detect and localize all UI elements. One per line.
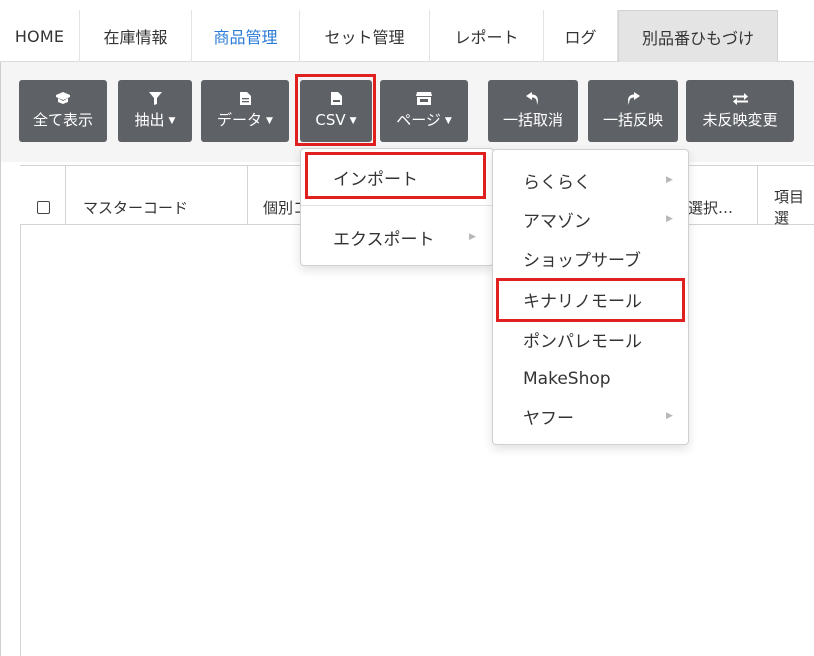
menu-item-yahoo[interactable]: ヤフー ▶ [493,396,688,436]
column-divider [247,165,248,225]
nav-sets-label: セット管理 [324,28,405,47]
bulk-cancel-button[interactable]: 一括取消 [488,80,578,142]
nav-inventory[interactable]: 在庫情報 [80,10,192,62]
nav-home-label: HOME [14,26,65,46]
store-icon [416,91,432,108]
top-nav: HOME 在庫情報 商品管理 セット管理 レポート ログ 別品番ひもづけ [0,0,814,62]
select-all-checkbox[interactable] [37,165,50,225]
bulk-apply-label: 一括反映 [602,111,663,129]
menu-item-amazon[interactable]: アマゾン ▶ [493,199,688,239]
chevron-right-icon: ▶ [666,214,673,224]
chevron-down-icon: ▼ [444,115,452,126]
data-label: データ [217,110,263,129]
import-highlight [305,152,486,199]
data-button[interactable]: データ ▼ [201,80,289,142]
nav-alt-sku-label: 別品番ひもづけ [641,28,754,48]
menu-item-shopserve[interactable]: ショップサーブ [493,238,688,278]
menu-item-export[interactable]: エクスポート ▶ [301,217,493,257]
redo-icon [626,92,640,108]
menu-item-ponpare-mall[interactable]: ポンパレモール [493,319,688,359]
checkbox-icon [37,200,50,214]
page-label: ページ [396,110,441,129]
swap-icon [732,92,748,108]
chevron-right-icon: ▶ [469,232,476,242]
column-item-select[interactable]: 項目選 [774,165,814,227]
nav-reports[interactable]: レポート [430,10,544,62]
nav-inventory-label: 在庫情報 [103,28,168,47]
file-icon [239,91,251,108]
menu-item-amazon-label: アマゾン [523,211,591,232]
box-icon [55,92,71,108]
column-item-select-label: 項目選 [774,188,805,227]
chevron-right-icon: ▶ [666,175,673,185]
page-button[interactable]: ページ ▼ [380,80,468,142]
column-divider [757,165,758,225]
extract-label: 抽出 [134,110,165,129]
nav-alt-sku[interactable]: 別品番ひもづけ [618,10,778,62]
menu-item-yahoo-label: ヤフー [523,408,574,429]
show-all-label: 全て表示 [32,111,93,129]
show-all-button[interactable]: 全て表示 [19,80,107,142]
nav-products-label: 商品管理 [213,28,278,47]
nav-log[interactable]: ログ [544,10,618,62]
kinarino-mall-highlight [496,278,685,322]
column-master-code[interactable]: マスターコード [83,165,188,225]
menu-item-ponpare-mall-label: ポンパレモール [523,331,642,352]
bulk-apply-button[interactable]: 一括反映 [588,80,678,142]
chevron-down-icon: ▼ [168,115,176,126]
menu-item-export-label: エクスポート [333,229,435,250]
left-frame-line [0,62,1,656]
nav-reports-label: レポート [454,28,519,47]
chevron-down-icon: ▼ [266,115,273,126]
unapplied-changes-label: 未反映変更 [702,111,778,129]
menu-item-shopserve-label: ショップサーブ [523,250,641,271]
bulk-cancel-label: 一括取消 [502,111,563,129]
undo-icon [526,92,540,108]
unapplied-changes-button[interactable]: 未反映変更 [686,80,794,142]
column-selection-label: 選択… [688,198,734,217]
nav-products[interactable]: 商品管理 [192,10,300,62]
nav-log-label: ログ [564,28,597,47]
column-selection[interactable]: 選択… [688,165,733,225]
extract-button[interactable]: 抽出 ▼ [118,80,192,142]
column-divider [65,165,66,225]
filter-icon [148,91,162,108]
menu-item-rakuraku-label: らくらく [523,172,591,193]
csv-button-highlight [295,74,376,146]
menu-divider [301,205,493,206]
nav-home[interactable]: HOME [0,10,80,62]
menu-item-makeshop[interactable]: MakeShop [493,359,688,399]
menu-item-rakuraku[interactable]: らくらく ▶ [493,160,688,200]
column-master-code-label: マスターコード [83,198,189,217]
nav-sets[interactable]: セット管理 [300,10,430,62]
chevron-right-icon: ▶ [666,411,673,421]
menu-item-makeshop-label: MakeShop [523,369,611,389]
